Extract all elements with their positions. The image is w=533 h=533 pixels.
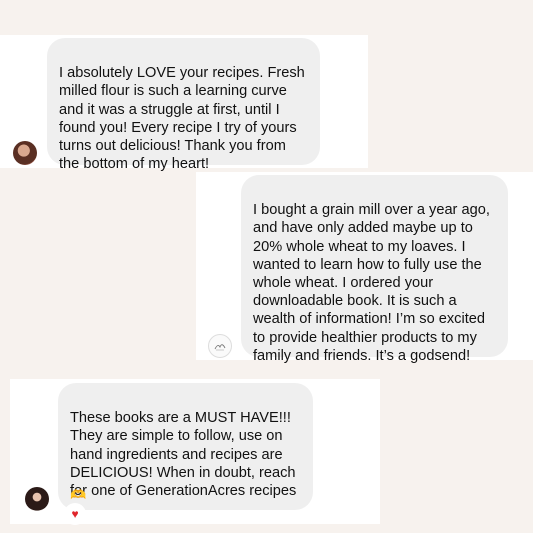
message-text: I absolutely LOVE your recipes. Fresh mi…	[59, 65, 305, 173]
heart-reaction-icon[interactable]: ♥	[64, 503, 86, 525]
sender-avatar[interactable]	[25, 487, 49, 511]
message-bubble[interactable]: These books are a MUST HAVE!!! They are …	[58, 383, 313, 510]
message-card-3: These books are a MUST HAVE!!! They are …	[10, 379, 380, 525]
sender-avatar[interactable]	[13, 141, 37, 165]
message-card-1: I absolutely LOVE your recipes. Fresh mi…	[0, 35, 368, 172]
message-text: These books are a MUST HAVE!!! They are …	[70, 410, 297, 500]
logo-icon	[214, 344, 226, 351]
message-card-2: I bought a grain mill over a year ago, a…	[196, 172, 533, 364]
heart-hands-emoji: 🫶	[70, 487, 87, 502]
message-bubble[interactable]: I bought a grain mill over a year ago, a…	[241, 175, 508, 364]
message-text: I bought a grain mill over a year ago, a…	[253, 202, 490, 364]
message-bubble[interactable]: I absolutely LOVE your recipes. Fresh mi…	[47, 38, 320, 172]
sender-avatar[interactable]	[208, 334, 232, 358]
